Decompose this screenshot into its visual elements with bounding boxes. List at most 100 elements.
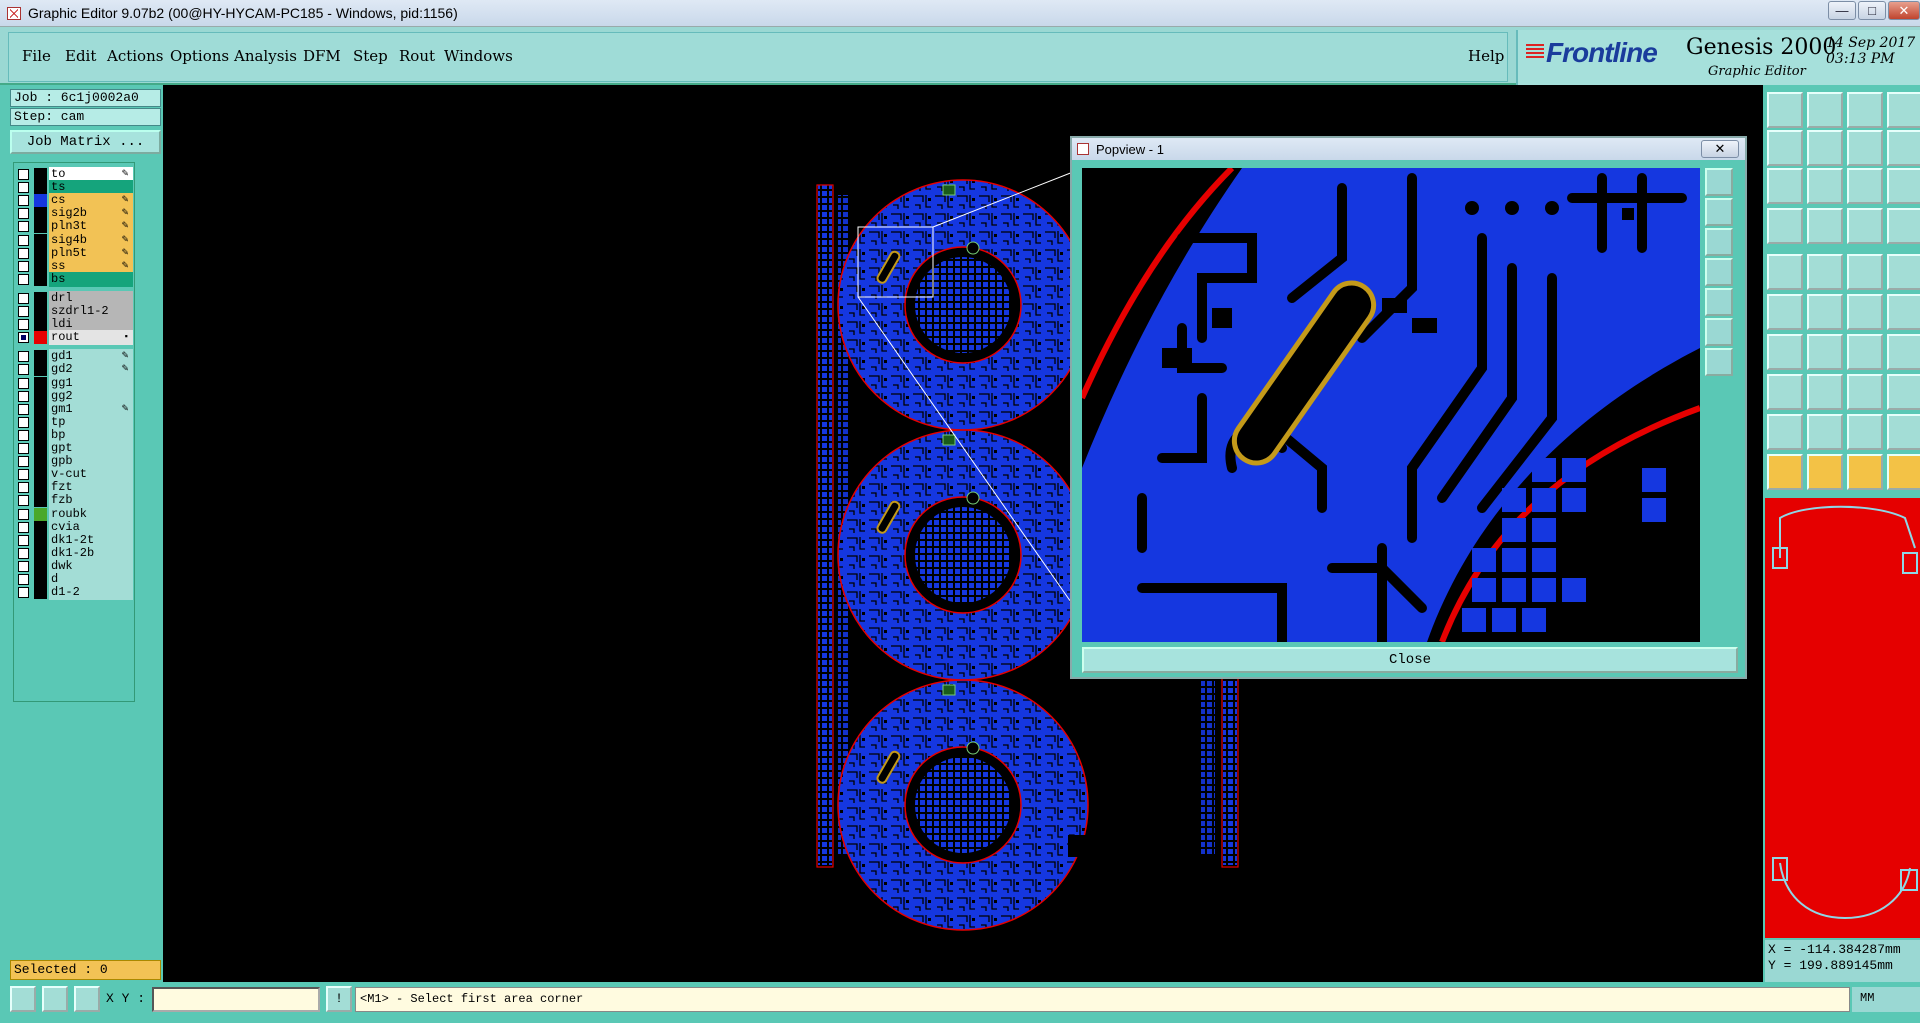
layer-checkbox[interactable] [18,403,29,415]
layer-color-swatch[interactable] [34,559,47,573]
tool-button-r9c2[interactable] [1807,414,1843,450]
tool-button-r5c1[interactable] [1767,254,1803,290]
layer-color-swatch[interactable] [34,481,47,495]
layer-color-swatch[interactable] [34,181,47,195]
layer-color-swatch[interactable] [34,259,47,273]
overview-panel[interactable] [1765,498,1920,938]
tool-button-r10c2[interactable] [1807,454,1843,490]
layer-checkbox[interactable] [18,560,29,572]
layer-color-swatch[interactable] [34,233,47,247]
layer-color-swatch[interactable] [34,207,47,221]
tool-button-r2c3[interactable] [1847,130,1883,166]
tool-button-r5c4[interactable] [1887,254,1920,290]
tool-button-r6c2[interactable] [1807,294,1843,330]
layer-color-swatch[interactable] [34,494,47,508]
layer-checkbox[interactable] [18,273,29,285]
tool-button-r4c3[interactable] [1847,208,1883,244]
menu-edit[interactable]: Edit [65,47,96,65]
tool-button-r7c3[interactable] [1847,334,1883,370]
layer-name[interactable]: bs [49,271,133,287]
layer-checkbox[interactable] [18,169,29,180]
layer-color-swatch[interactable] [34,350,47,364]
layer-color-swatch[interactable] [34,586,47,600]
layer-color-swatch[interactable] [34,402,47,416]
layer-color-swatch[interactable] [34,363,47,377]
layer-checkbox[interactable] [18,221,29,233]
layer-color-swatch[interactable] [34,305,47,318]
menu-file[interactable]: File [22,47,51,65]
tool-button-r9c4[interactable] [1887,414,1920,450]
tool-button-r4c2[interactable] [1807,208,1843,244]
layer-color-swatch[interactable] [34,546,47,560]
tool-button-r2c1[interactable] [1767,130,1803,166]
layer-checkbox[interactable] [18,234,29,246]
tool-button-r5c2[interactable] [1807,254,1843,290]
menu-analysis[interactable]: Analysis [234,47,297,65]
tool-button-r3c3[interactable] [1847,168,1883,204]
layer-color-swatch[interactable] [34,520,47,534]
tool-button-r6c4[interactable] [1887,294,1920,330]
maximize-button[interactable]: □ [1858,1,1886,20]
layer-color-swatch[interactable] [34,442,47,455]
layer-color-swatch[interactable] [34,331,47,345]
window-title-bar[interactable]: Graphic Editor 9.07b2 (00@HY-HYCAM-PC185… [0,0,1920,27]
layer-checkbox[interactable] [18,482,29,494]
tool-button-r1c1[interactable] [1767,92,1803,128]
popview-tool-6[interactable] [1705,318,1733,346]
units-indicator[interactable]: MM [1852,987,1920,1012]
layer-color-swatch[interactable] [34,194,47,208]
layer-checkbox[interactable] [18,469,29,481]
tool-button-r6c1[interactable] [1767,294,1803,330]
layer-color-swatch[interactable] [34,468,47,482]
layer-checkbox[interactable] [18,247,29,259]
tool-button-r1c3[interactable] [1847,92,1883,128]
layer-color-swatch[interactable] [34,376,47,390]
close-window-button[interactable]: ✕ [1888,1,1920,20]
popview-close-x-button[interactable]: ✕ [1701,140,1739,158]
layer-color-swatch[interactable] [34,389,47,403]
layer-color-swatch[interactable] [34,573,47,586]
layer-checkbox[interactable] [18,495,29,507]
layer-checkbox[interactable] [18,260,29,272]
tool-button-r7c2[interactable] [1807,334,1843,370]
layer-checkbox[interactable] [18,456,29,468]
layer-name[interactable]: d1-2 [49,585,133,601]
layer-checkbox[interactable] [18,390,29,402]
job-matrix-button[interactable]: Job Matrix ... [10,130,161,154]
popview-tool-1[interactable] [1705,168,1733,196]
tool-button-r10c1[interactable] [1767,454,1803,490]
menu-dfm[interactable]: DFM [303,47,341,65]
tool-button-r8c3[interactable] [1847,374,1883,410]
popview-tool-5[interactable] [1705,288,1733,316]
menu-help[interactable]: Help [1468,47,1504,65]
tool-button-r1c2[interactable] [1807,92,1843,128]
tool-button-r9c3[interactable] [1847,414,1883,450]
layer-checkbox[interactable] [18,306,29,317]
layer-color-swatch[interactable] [34,246,47,260]
layer-checkbox[interactable] [18,574,29,585]
xy-input[interactable] [152,987,320,1012]
layer-color-swatch[interactable] [34,415,47,429]
layer-checkbox[interactable] [18,292,29,304]
tool-button-r4c4[interactable] [1887,208,1920,244]
layer-color-swatch[interactable] [34,318,47,332]
layer-color-swatch[interactable] [34,291,47,305]
tool-button-r8c4[interactable] [1887,374,1920,410]
layer-checkbox[interactable] [18,416,29,428]
layer-color-swatch[interactable] [34,533,47,547]
layer-checkbox[interactable] [18,319,29,331]
tool-button-r3c2[interactable] [1807,168,1843,204]
popview-tool-3[interactable] [1705,228,1733,256]
tool-button-r10c3[interactable] [1847,454,1883,490]
layer-checkbox[interactable] [18,182,29,194]
layer-checkbox[interactable] [18,364,29,376]
popview-title-bar[interactable]: Popview - 1 ✕ [1072,138,1745,160]
layer-checkbox[interactable] [18,377,29,389]
grid-icon[interactable] [74,986,100,1012]
measure-icon[interactable] [42,986,68,1012]
tool-button-r3c4[interactable] [1887,168,1920,204]
layer-color-swatch[interactable] [34,507,47,521]
tool-button-r6c3[interactable] [1847,294,1883,330]
layer-checkbox[interactable] [18,508,29,520]
minimize-button[interactable]: — [1828,1,1856,20]
